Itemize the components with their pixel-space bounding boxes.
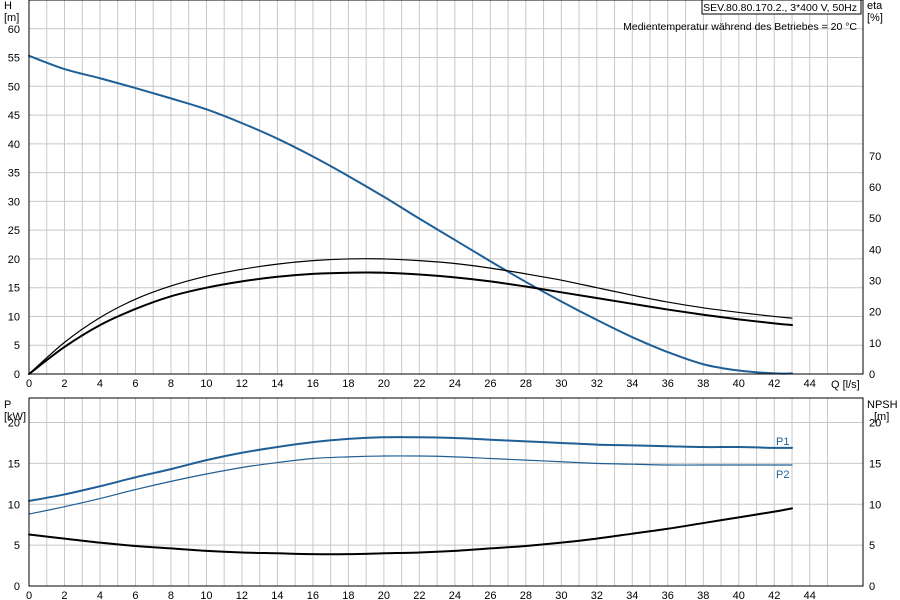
bottom-y-left-tick-label: 15 xyxy=(8,458,20,470)
top-x-tick-label: 40 xyxy=(733,378,745,390)
top-x-tick-label: 6 xyxy=(132,378,138,390)
model-info-text: SEV.80.80.170.2., 3*400 V, 50Hz xyxy=(703,2,857,14)
top-x-tick-label: 0 xyxy=(26,378,32,390)
top-y-left-tick-label: 5 xyxy=(14,340,20,352)
top-x-tick-label: 12 xyxy=(236,378,248,390)
top-x-tick-label: 30 xyxy=(555,378,567,390)
bottom-right-axis-label: NPSH xyxy=(867,399,898,411)
bottom-x-tick-label: 10 xyxy=(200,590,212,600)
top-y-right-tick-label: 70 xyxy=(869,151,881,163)
bottom-x-tick-label: 12 xyxy=(236,590,248,600)
top-x-tick-label: 28 xyxy=(520,378,532,390)
bottom-x-tick-label: 18 xyxy=(342,590,354,600)
curve-label-p2: P2 xyxy=(776,469,789,481)
bottom-x-tick-label: 30 xyxy=(555,590,567,600)
bottom-x-tick-label: 6 xyxy=(132,590,138,600)
top-right-axis-unit: [%] xyxy=(867,12,883,24)
top-x-tick-label: 32 xyxy=(591,378,603,390)
top-x-tick-label: 4 xyxy=(97,378,103,390)
top-x-tick-label: 16 xyxy=(307,378,319,390)
top-x-tick-label: 38 xyxy=(697,378,709,390)
bottom-left-axis-label: P xyxy=(4,399,11,411)
bottom-y-left-tick-label: 5 xyxy=(14,540,20,552)
top-right-axis-label: eta xyxy=(867,0,883,12)
top-y-right-tick-label: 20 xyxy=(869,307,881,319)
top-y-left-tick-label: 45 xyxy=(8,110,20,122)
bottom-y-right-tick-label: 5 xyxy=(869,540,875,552)
top-x-tick-label: 8 xyxy=(168,378,174,390)
top-x-tick-label: 24 xyxy=(449,378,461,390)
bottom-x-tick-label: 22 xyxy=(413,590,425,600)
top-x-tick-label: 14 xyxy=(271,378,283,390)
curve-label-p1: P1 xyxy=(776,436,789,448)
top-y-left-tick-label: 55 xyxy=(8,53,20,65)
temperature-note: Medientemperatur während des Betriebes =… xyxy=(623,21,857,33)
bottom-x-tick-label: 2 xyxy=(61,590,67,600)
bottom-y-left-tick-label: 0 xyxy=(14,581,20,593)
bottom-y-right-tick-label: 10 xyxy=(869,499,881,511)
bottom-x-tick-label: 26 xyxy=(484,590,496,600)
top-x-tick-label: 22 xyxy=(413,378,425,390)
bottom-x-tick-label: 4 xyxy=(97,590,103,600)
bottom-y-right-tick-label: 15 xyxy=(869,458,881,470)
bottom-y-right-tick-label: 0 xyxy=(869,581,875,593)
top-x-tick-label: 2 xyxy=(61,378,67,390)
bottom-x-tick-label: 40 xyxy=(733,590,745,600)
bottom-x-tick-label: 38 xyxy=(697,590,709,600)
bottom-x-tick-label: 28 xyxy=(520,590,532,600)
bottom-x-tick-label: 24 xyxy=(449,590,461,600)
bottom-x-tick-label: 14 xyxy=(271,590,283,600)
top-y-right-tick-label: 30 xyxy=(869,276,881,288)
top-x-tick-label: 36 xyxy=(662,378,674,390)
bottom-x-tick-label: 44 xyxy=(804,590,816,600)
top-x-tick-label: 18 xyxy=(342,378,354,390)
top-y-left-tick-label: 25 xyxy=(8,225,20,237)
top-y-right-tick-label: 0 xyxy=(869,369,875,381)
bottom-right-axis-unit: [m] xyxy=(874,411,889,423)
top-x-tick-label: 26 xyxy=(484,378,496,390)
bottom-y-left-tick-label: 10 xyxy=(8,499,20,511)
top-y-right-tick-label: 60 xyxy=(869,182,881,194)
bottom-left-axis-unit: [kW] xyxy=(4,411,26,423)
bottom-x-tick-label: 36 xyxy=(662,590,674,600)
bottom-x-tick-label: 16 xyxy=(307,590,319,600)
top-y-left-tick-label: 0 xyxy=(14,369,20,381)
bottom-x-tick-label: 32 xyxy=(591,590,603,600)
top-x-tick-label: 34 xyxy=(626,378,638,390)
top-y-left-tick-label: 60 xyxy=(8,24,20,36)
pump-curve-chart: 0 2 4 6 8 10 12 14 16 18 20 22 24 26 28 30 32 34 36 38 40 42 4… xyxy=(0,0,900,600)
top-x-tick-label: 20 xyxy=(378,378,390,390)
top-y-left-tick-label: 10 xyxy=(8,311,20,323)
top-y-left-tick-label: 20 xyxy=(8,254,20,266)
top-y-right-tick-label: 50 xyxy=(869,213,881,225)
top-y-right-tick-label: 40 xyxy=(869,244,881,256)
bottom-x-tick-label: 0 xyxy=(26,590,32,600)
bottom-x-tick-label: 20 xyxy=(378,590,390,600)
top-y-right-tick-label: 10 xyxy=(869,338,881,350)
top-left-axis-unit: [m] xyxy=(4,12,19,24)
top-left-axis-label: H xyxy=(4,0,12,12)
top-y-left-tick-label: 15 xyxy=(8,283,20,295)
bottom-x-tick-label: 42 xyxy=(768,590,780,600)
top-x-tick-label: 42 xyxy=(768,378,780,390)
top-y-left-tick-label: 40 xyxy=(8,139,20,151)
top-x-axis-label: Q [l/s] xyxy=(831,379,860,391)
top-y-left-tick-label: 50 xyxy=(8,81,20,93)
top-x-tick-label: 10 xyxy=(200,378,212,390)
top-y-left-tick-label: 35 xyxy=(8,168,20,180)
top-y-left-tick-label: 30 xyxy=(8,196,20,208)
top-x-tick-label: 44 xyxy=(804,378,816,390)
bottom-x-tick-label: 8 xyxy=(168,590,174,600)
bottom-x-tick-label: 34 xyxy=(626,590,638,600)
